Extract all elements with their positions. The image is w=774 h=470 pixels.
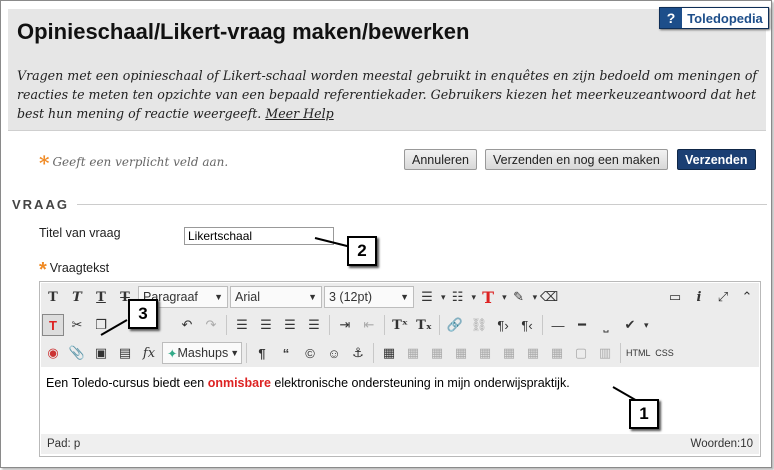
- table-delete-row-icon[interactable]: ▦: [450, 342, 472, 364]
- link-icon[interactable]: 🔗: [444, 314, 466, 336]
- font-family-select[interactable]: Arial ▼: [230, 286, 322, 308]
- toledopedia-help-button[interactable]: ? Toledopedia: [659, 7, 769, 29]
- align-center-icon[interactable]: ☰: [255, 314, 277, 336]
- callout-3: 3: [128, 299, 158, 329]
- horizontal-rule-icon[interactable]: —: [547, 314, 569, 336]
- paragraph-mark-icon[interactable]: ¶: [251, 342, 273, 364]
- table-merge-icon[interactable]: ▥: [594, 342, 616, 364]
- rtl-icon[interactable]: ¶‹: [516, 314, 538, 336]
- required-star-icon: *: [39, 259, 47, 281]
- cut-icon[interactable]: ✂: [66, 314, 88, 336]
- required-field-note: * Geeft een verplicht veld aan.: [39, 151, 229, 175]
- redo-icon[interactable]: ↷: [200, 314, 222, 336]
- chevron-down-icon: ▼: [214, 292, 223, 302]
- mashups-select[interactable]: ✦ Mashups ▼: [162, 342, 242, 364]
- formula-icon[interactable]: fx: [138, 342, 160, 364]
- eraser-icon[interactable]: ⌫: [538, 286, 560, 308]
- attachment-icon[interactable]: 📎: [66, 342, 88, 364]
- editor-statusbar: Pad: p Woorden:10: [41, 434, 759, 454]
- page-frame: Opinieschaal/Likert-vraag maken/bewerken…: [0, 0, 772, 468]
- fullscreen-icon[interactable]: ⤢: [712, 286, 734, 308]
- editor-content-area[interactable]: Een Toledo-cursus biedt een onmisbare el…: [46, 376, 570, 390]
- callout-1: 1: [629, 399, 659, 429]
- help-icon: ?: [660, 8, 682, 28]
- required-star-icon: *: [39, 151, 50, 175]
- page-header: Opinieschaal/Likert-vraag maken/bewerken…: [8, 9, 766, 131]
- section-title: VRAAG: [12, 197, 69, 212]
- chevron-down-icon: ▼: [230, 348, 240, 358]
- record-icon[interactable]: ◉: [42, 342, 64, 364]
- bold-button[interactable]: T: [42, 286, 64, 308]
- thick-rule-icon[interactable]: ━: [571, 314, 593, 336]
- outdent-icon[interactable]: ⇤: [358, 314, 380, 336]
- collapse-icon[interactable]: ⌃: [736, 286, 758, 308]
- more-help-link[interactable]: Meer Help: [265, 106, 333, 121]
- highlight-icon[interactable]: ✎: [508, 286, 530, 308]
- callout-2: 2: [347, 236, 377, 266]
- underline-button[interactable]: T: [90, 286, 112, 308]
- media-icon[interactable]: ▤: [114, 342, 136, 364]
- text-color-icon[interactable]: T: [477, 286, 499, 308]
- question-text-label: * Vraagtekst: [39, 259, 110, 281]
- numbered-list-icon[interactable]: ☷: [447, 286, 469, 308]
- ltr-icon[interactable]: ¶›: [492, 314, 514, 336]
- spellcheck-icon[interactable]: ✔: [619, 314, 641, 336]
- intro-text: Vragen met een opinieschaal of Likert-sc…: [17, 68, 758, 121]
- align-right-icon[interactable]: ☰: [279, 314, 301, 336]
- table-row-before-icon[interactable]: ▦: [402, 342, 424, 364]
- emoticon-icon[interactable]: ☺: [323, 342, 345, 364]
- table-col-after-icon[interactable]: ▦: [498, 342, 520, 364]
- submit-button[interactable]: Verzenden: [677, 149, 756, 170]
- table-cell-props-icon[interactable]: ▦: [546, 342, 568, 364]
- page-description: Vragen met een opinieschaal of Likert-sc…: [17, 66, 762, 123]
- anchor-icon[interactable]: ⚓: [347, 342, 369, 364]
- toledopedia-label: Toledopedia: [682, 8, 768, 28]
- table-icon[interactable]: ▦: [378, 342, 400, 364]
- preview-icon[interactable]: ▭: [664, 286, 686, 308]
- question-title-label: Titel van vraag: [39, 226, 121, 240]
- table-row-after-icon[interactable]: ▦: [426, 342, 448, 364]
- section-divider: [77, 204, 767, 205]
- superscript-icon[interactable]: Tˣ: [389, 314, 411, 336]
- nonbreaking-space-icon[interactable]: ⎵: [595, 314, 617, 336]
- chevron-down-icon: ▼: [308, 292, 317, 302]
- element-path: Pad: p: [47, 438, 81, 450]
- question-title-input[interactable]: [184, 227, 334, 245]
- bullet-list-icon[interactable]: ☰: [416, 286, 438, 308]
- table-delete-col-icon[interactable]: ▦: [522, 342, 544, 364]
- css-button[interactable]: CSS: [654, 342, 676, 364]
- table-col-before-icon[interactable]: ▦: [474, 342, 496, 364]
- subscript-icon[interactable]: Tₓ: [413, 314, 435, 336]
- unlink-icon[interactable]: ⛓: [468, 314, 490, 336]
- italic-button[interactable]: T: [66, 286, 88, 308]
- toolbar-row-3: ◉ 📎 ▣ ▤ fx ✦ Mashups ▼ ¶ “ © ☺ ⚓ ▦ ▦ ▦ ▦ …: [41, 339, 759, 367]
- font-size-select[interactable]: 3 (12pt) ▼: [324, 286, 414, 308]
- word-count: Woorden:10: [690, 438, 753, 450]
- chevron-down-icon: ▼: [400, 292, 409, 302]
- undo-icon[interactable]: ↶: [176, 314, 198, 336]
- html-button[interactable]: HTML: [625, 342, 652, 364]
- info-icon[interactable]: i: [688, 286, 710, 308]
- paste-text-icon[interactable]: T: [42, 314, 64, 336]
- cancel-button[interactable]: Annuleren: [404, 149, 477, 170]
- table-split-icon[interactable]: ▢: [570, 342, 592, 364]
- page-title: Opinieschaal/Likert-vraag maken/bewerken: [17, 19, 470, 44]
- align-left-icon[interactable]: ☰: [231, 314, 253, 336]
- quote-icon[interactable]: “: [275, 342, 297, 364]
- image-icon[interactable]: ▣: [90, 342, 112, 364]
- submit-and-new-button[interactable]: Verzenden en nog een maken: [485, 149, 668, 170]
- align-justify-icon[interactable]: ☰: [303, 314, 325, 336]
- copyright-icon[interactable]: ©: [299, 342, 321, 364]
- indent-icon[interactable]: ⇥: [334, 314, 356, 336]
